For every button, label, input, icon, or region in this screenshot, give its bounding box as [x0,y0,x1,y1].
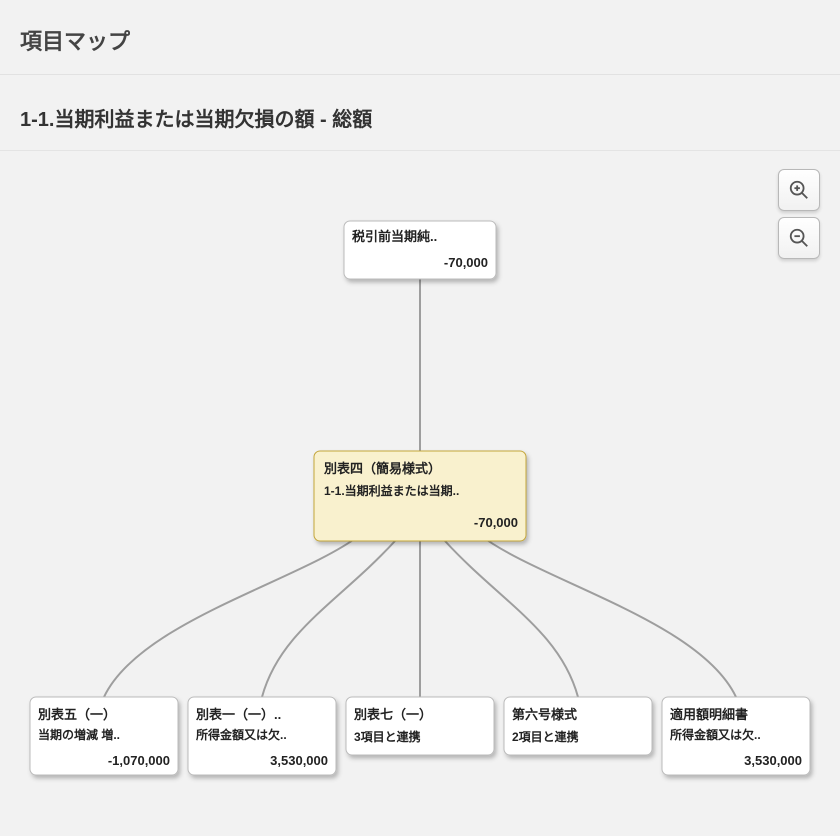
page-title: 項目マップ [20,24,820,56]
node-center[interactable]: 別表四（簡易様式） 1-1.当期利益または当期.. -70,000 [314,451,526,541]
node-child-1[interactable]: 別表五（一） 当期の増減 増.. -1,070,000 [30,697,178,775]
page-header: 項目マップ [0,0,840,75]
node-root[interactable]: 税引前当期純.. -70,000 [344,221,496,279]
node-c2-line2: 所得金額又は欠.. [196,727,287,742]
node-root-line1: 税引前当期純.. [352,229,437,244]
node-c4-line2: 2項目と連携 [512,729,579,744]
node-center-line2: 1-1.当期利益または当期.. [324,483,459,498]
diagram-area: 税引前当期純.. -70,000 別表四（簡易様式） 1-1.当期利益または当期… [0,151,840,801]
node-child-3[interactable]: 別表七（一） 3項目と連携 [346,697,494,755]
node-c2-value: 3,530,000 [270,753,328,768]
node-c1-value: -1,070,000 [108,753,170,768]
node-c3-line2: 3項目と連携 [354,729,421,744]
zoom-out-button[interactable] [778,217,820,259]
node-c5-value: 3,530,000 [744,753,802,768]
node-c1-line1: 別表五（一） [37,707,116,722]
node-c2-line1: 別表一（一）.. [195,707,281,722]
node-child-2[interactable]: 別表一（一）.. 所得金額又は欠.. 3,530,000 [188,697,336,775]
diagram-canvas[interactable]: 税引前当期純.. -70,000 別表四（簡易様式） 1-1.当期利益または当期… [0,151,840,801]
node-center-line1: 別表四（簡易様式） [323,461,441,476]
node-c3-line1: 別表七（一） [353,707,432,722]
node-c5-line2: 所得金額又は欠.. [670,727,761,742]
node-center-value: -70,000 [474,515,518,530]
edge-center-c5 [480,535,736,697]
zoom-controls [778,169,820,259]
section-title: 1-1.当期利益または当期欠損の額 - 総額 [20,103,820,132]
zoom-in-icon [788,179,810,201]
node-c1-line2: 当期の増減 増.. [38,727,120,742]
zoom-out-icon [788,227,810,249]
section-header: 1-1.当期利益または当期欠損の額 - 総額 [0,75,840,151]
node-child-4[interactable]: 第六号様式 2項目と連携 [504,697,652,755]
zoom-in-button[interactable] [778,169,820,211]
edge-center-c1 [104,535,360,697]
edge-center-c4 [445,541,578,697]
edge-center-c2 [262,541,395,697]
node-c5-line1: 適用額明細書 [670,707,748,722]
node-c4-line1: 第六号様式 [512,707,577,722]
node-child-5[interactable]: 適用額明細書 所得金額又は欠.. 3,530,000 [662,697,810,775]
node-root-value: -70,000 [444,255,488,270]
